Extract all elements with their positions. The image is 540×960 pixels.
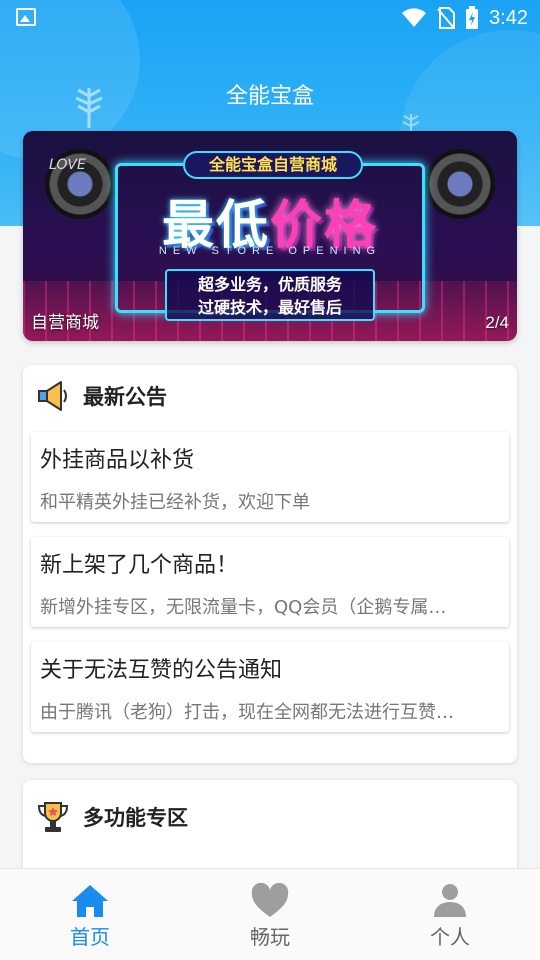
nav-profile-label: 个人	[430, 925, 470, 949]
banner-slogan: 超多业务，优质服务 过硬技术，最好售后	[165, 269, 375, 321]
person-icon	[434, 884, 466, 917]
banner-slogan-line2: 过硬技术，最好售后	[197, 298, 342, 317]
banner-shop-title: 全能宝盒自营商城	[183, 151, 363, 179]
notice-item-title: 外挂商品以补货	[40, 448, 195, 473]
bottom-navigation: 首页 畅玩 个人	[0, 868, 540, 960]
notice-item-desc: 新增外挂专区，无限流量卡，QQ会员（企鹅专属…	[40, 597, 447, 618]
no-sim-icon	[437, 7, 456, 29]
nav-play[interactable]: 畅玩	[180, 869, 360, 960]
image-notification-icon	[16, 8, 36, 26]
banner-pager: 2/4	[485, 313, 509, 332]
megaphone-icon	[38, 381, 67, 411]
app-title: 全能宝盒	[225, 84, 314, 109]
notice-item-title: 关于无法互赞的公告通知	[40, 658, 283, 683]
nav-home[interactable]: 首页	[0, 869, 180, 960]
banner-caption: 自营商城	[31, 313, 99, 333]
status-bar: 3:42	[0, 0, 540, 36]
notice-item-title: 新上架了几个商品！	[40, 553, 239, 578]
trophy-icon	[37, 802, 69, 832]
notice-title: 最新公告	[83, 385, 167, 409]
notice-item[interactable]: 关于无法互赞的公告通知 由于腾讯（老狗）打击，现在全网都无法进行互赞…	[31, 642, 509, 732]
clock: 3:42	[489, 6, 528, 29]
love-decoration: LOVE	[49, 157, 86, 173]
nav-home-label: 首页	[70, 925, 110, 949]
multi-card-header: 多功能专区	[35, 796, 188, 838]
notice-item[interactable]: 新上架了几个商品！ 新增外挂专区，无限流量卡，QQ会员（企鹅专属…	[31, 537, 509, 627]
battery-charging-icon	[466, 6, 479, 29]
nav-play-label: 畅玩	[250, 925, 290, 949]
notice-card: 最新公告 外挂商品以补货 和平精英外挂已经补货，欢迎下单 新上架了几个商品！ 新…	[23, 365, 517, 763]
heart-icon	[251, 883, 289, 917]
notice-card-header: 最新公告	[35, 375, 167, 417]
promo-banner[interactable]: LOVE 全能宝盒自营商城 最低价格 NEW STORE OPENING 超多业…	[23, 131, 517, 341]
notice-item-desc: 由于腾讯（老狗）打击，现在全网都无法进行互赞…	[40, 702, 454, 723]
banner-slogan-line1: 超多业务，优质服务	[197, 275, 342, 294]
status-icons: 3:42	[401, 6, 528, 30]
notice-item[interactable]: 外挂商品以补货 和平精英外挂已经补货，欢迎下单	[31, 432, 509, 522]
wifi-icon	[402, 8, 427, 27]
notice-item-desc: 和平精英外挂已经补货，欢迎下单	[40, 492, 310, 513]
multi-title: 多功能专区	[83, 806, 188, 830]
nav-profile[interactable]: 个人	[360, 869, 540, 960]
banner-subtitle: NEW STORE OPENING	[158, 245, 382, 257]
home-icon	[72, 885, 108, 917]
